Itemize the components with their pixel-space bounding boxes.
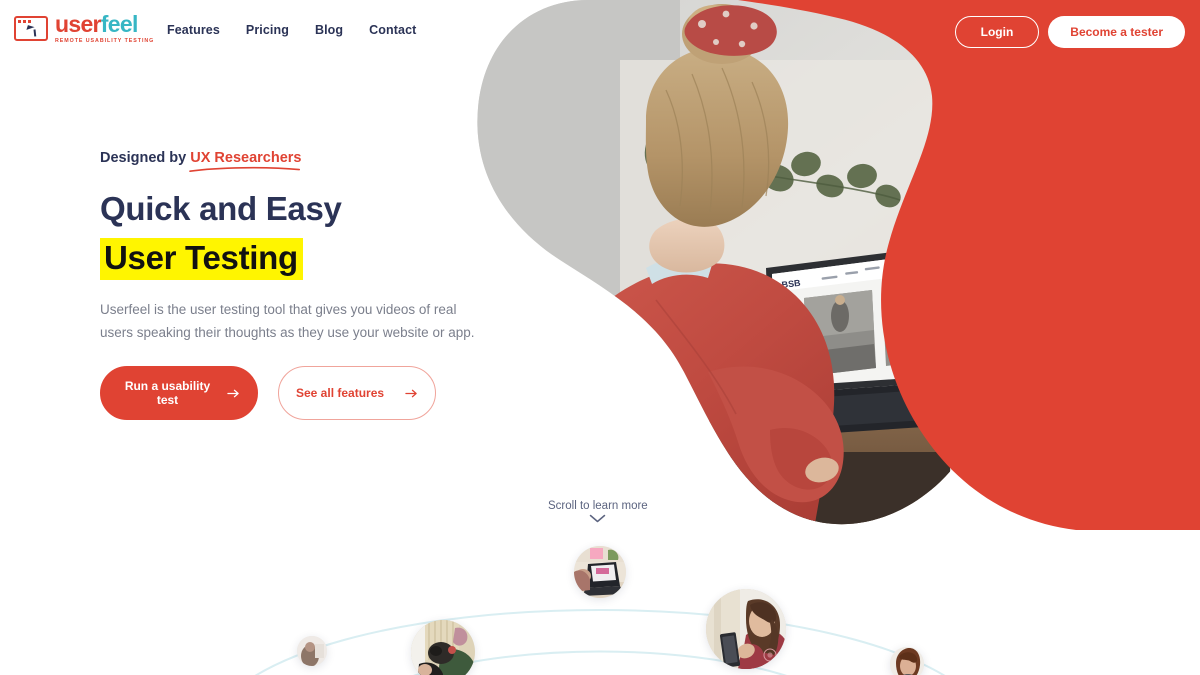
login-button[interactable]: Login xyxy=(954,16,1040,48)
tester-avatar-3-photo xyxy=(574,546,626,598)
main-nav: Features Pricing Blog Contact xyxy=(167,23,416,37)
logo-tagline: REMOTE USABILITY TESTING xyxy=(55,38,155,44)
arrow-right-icon xyxy=(405,389,417,398)
hero-eyebrow: Designed by UX Researchers xyxy=(100,150,520,172)
run-a-usability-test-label: Run a usability test xyxy=(124,379,211,408)
nav-item-blog[interactable]: Blog xyxy=(315,23,343,37)
tester-avatar-5-photo xyxy=(890,647,924,675)
hero-photo: BSB xyxy=(477,0,985,525)
arrow-right-icon xyxy=(227,389,239,398)
landing-page: BSB userfeel REMOTE USABILITY TESTING Fe… xyxy=(0,0,1200,675)
tester-avatar-3[interactable] xyxy=(574,546,626,598)
tester-avatar-4[interactable] xyxy=(706,589,786,669)
site-header: userfeel REMOTE USABILITY TESTING Featur… xyxy=(0,0,1200,60)
tester-avatar-5[interactable] xyxy=(890,647,924,675)
hero-title-line-1: Quick and Easy xyxy=(100,190,342,227)
hero-copy: Designed by UX Researchers Quick and Eas… xyxy=(100,150,520,421)
run-a-usability-test-button[interactable]: Run a usability test xyxy=(100,366,258,421)
tester-avatar-2[interactable] xyxy=(411,620,475,675)
hero-title-line-2-wrap: User Testing xyxy=(100,236,520,280)
hero-eyebrow-highlight-text: UX Researchers xyxy=(190,150,302,166)
hero-eyebrow-prefix: Designed by xyxy=(100,150,191,166)
svg-text:BSB: BSB xyxy=(781,278,802,290)
laptop: BSB xyxy=(756,246,970,438)
hero-eyebrow-highlight[interactable]: UX Researchers xyxy=(189,150,302,172)
tester-avatars-section xyxy=(0,530,1200,675)
logo-text: userfeel REMOTE USABILITY TESTING xyxy=(55,13,154,44)
hero-subtitle: Userfeel is the user testing tool that g… xyxy=(100,301,475,341)
tester-avatar-4-photo xyxy=(706,589,786,669)
become-a-tester-button[interactable]: Become a tester xyxy=(1048,16,1185,48)
tester-avatar-1[interactable] xyxy=(297,636,327,666)
logo-word-feel: feel xyxy=(100,11,139,37)
tester-avatar-1-photo xyxy=(297,636,327,666)
scroll-cue-label: Scroll to learn more xyxy=(548,500,648,512)
hero-cta-group: Run a usability test See all features xyxy=(100,366,520,421)
header-actions: Login Become a tester xyxy=(954,16,1185,48)
scroll-to-learn-more[interactable]: Scroll to learn more xyxy=(548,500,648,523)
nav-item-features[interactable]: Features xyxy=(167,23,220,37)
nav-item-contact[interactable]: Contact xyxy=(369,23,416,37)
logo[interactable]: userfeel REMOTE USABILITY TESTING xyxy=(14,13,154,44)
see-all-features-button[interactable]: See all features xyxy=(278,366,436,421)
nav-item-pricing[interactable]: Pricing xyxy=(246,23,289,37)
chevron-down-icon xyxy=(590,514,606,523)
browser-window-cursor-icon xyxy=(14,16,48,42)
red-blob xyxy=(738,0,1200,530)
logo-word-user: user xyxy=(55,11,101,37)
page-title: Quick and Easy User Testing xyxy=(100,187,520,280)
underline-swoosh-icon xyxy=(189,166,301,172)
tester-avatar-2-photo xyxy=(411,620,475,675)
hero-visual: BSB xyxy=(470,0,1200,530)
see-all-features-label: See all features xyxy=(296,386,385,401)
hero-title-line-2: User Testing xyxy=(100,237,303,280)
